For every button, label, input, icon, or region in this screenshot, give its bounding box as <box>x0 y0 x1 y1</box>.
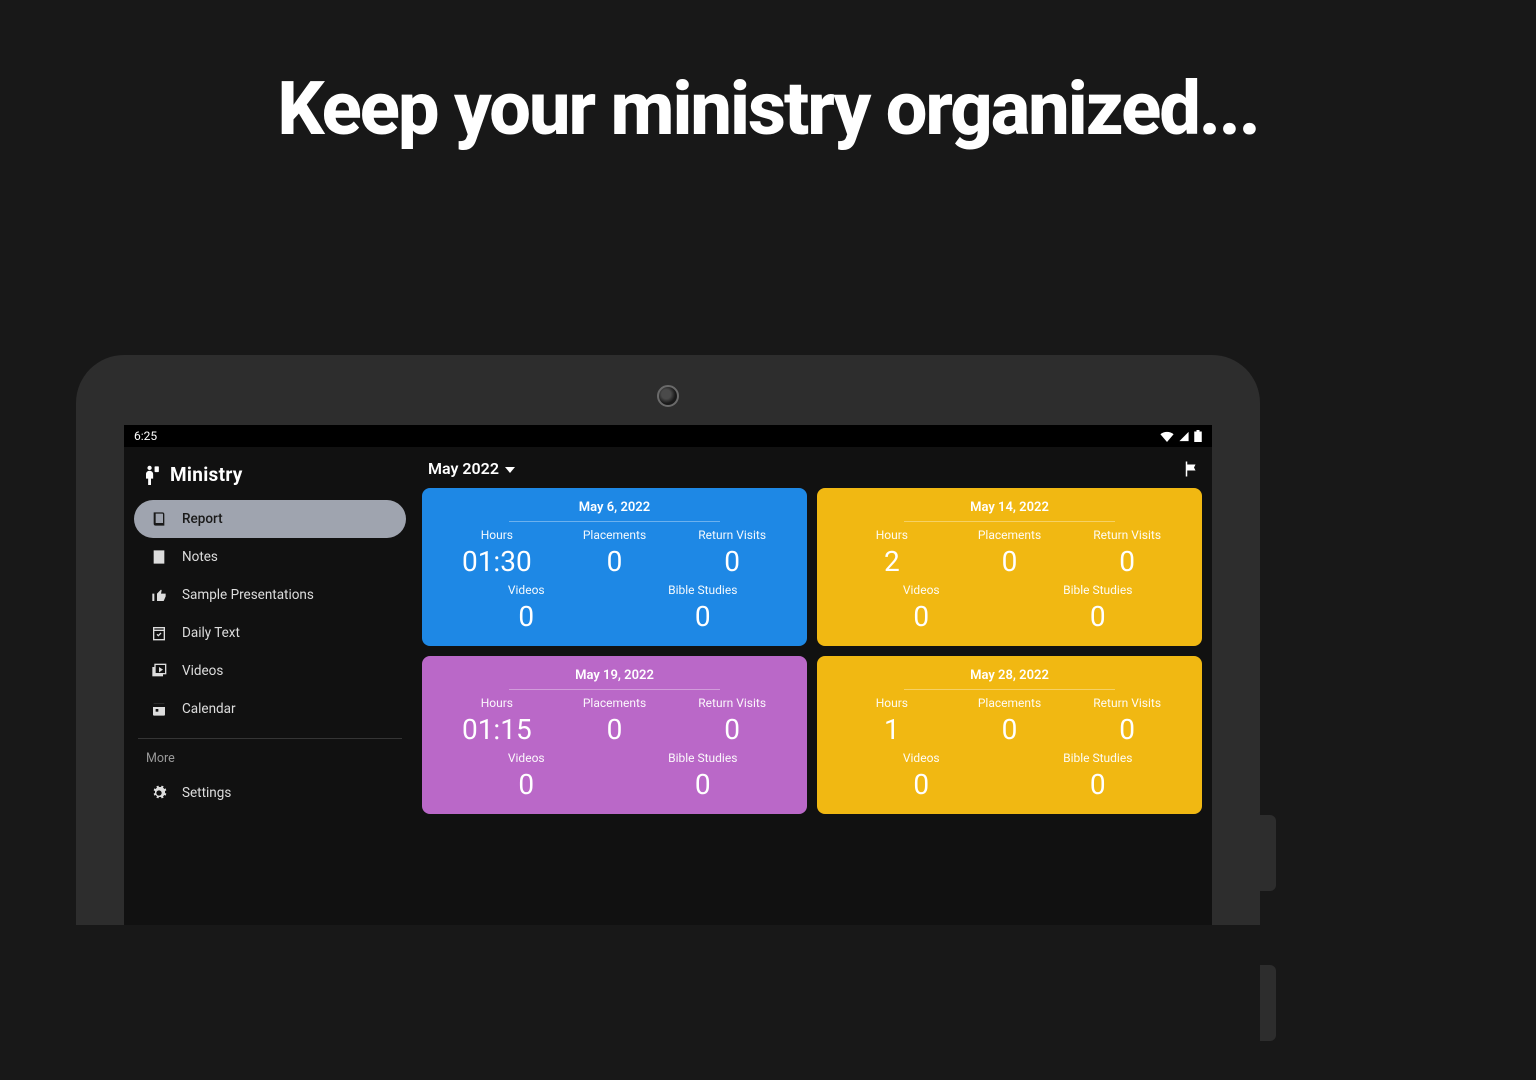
app-title: Ministry <box>170 463 243 486</box>
ministry-person-icon <box>142 465 160 485</box>
chevron-down-icon <box>505 467 515 473</box>
tablet-frame: 6:25 Ministry <box>76 355 1260 925</box>
sidebar-item-calendar[interactable]: Calendar <box>134 690 406 728</box>
metric-label-hours: Hours <box>833 696 951 710</box>
card-date: May 28, 2022 <box>904 668 1116 690</box>
metric-placements: 0 <box>951 712 1069 747</box>
card-date: May 14, 2022 <box>904 500 1116 522</box>
tablet-side-button <box>1260 815 1276 891</box>
metric-return-visits: 0 <box>1068 712 1186 747</box>
sidebar-item-label: Calendar <box>182 701 236 717</box>
metric-placements: 0 <box>556 712 674 747</box>
metric-label-bible-studies: Bible Studies <box>615 583 792 597</box>
main-area: May 2022 May 6, 2022 Hours 01:30 Placemen… <box>416 447 1212 925</box>
sidebar-item-label: Notes <box>182 549 218 565</box>
metric-videos: 0 <box>833 767 1010 802</box>
report-grid: May 6, 2022 Hours 01:30 Placements 0 Retur… <box>422 488 1202 814</box>
metric-bible-studies: 0 <box>615 767 792 802</box>
sidebar-item-label: Report <box>182 511 223 527</box>
metric-bible-studies: 0 <box>1010 767 1187 802</box>
app-body: Ministry Report Notes <box>124 447 1212 925</box>
metric-label-return-visits: Return Visits <box>1068 696 1186 710</box>
metric-label-placements: Placements <box>951 528 1069 542</box>
sidebar-item-label: Sample Presentations <box>182 587 314 603</box>
topbar: May 2022 <box>422 455 1202 488</box>
calendar-check-icon <box>150 624 168 642</box>
metric-label-return-visits: Return Visits <box>1068 528 1186 542</box>
sidebar-divider <box>138 738 402 739</box>
headline: Keep your ministry organized... <box>0 0 1536 157</box>
metric-bible-studies: 0 <box>1010 599 1187 634</box>
sidebar-item-label: Daily Text <box>182 625 240 641</box>
sidebar-item-settings[interactable]: Settings <box>134 774 406 812</box>
metric-hours: 01:30 <box>438 544 556 579</box>
wifi-icon <box>1160 431 1174 442</box>
metric-label-hours: Hours <box>438 528 556 542</box>
month-label: May 2022 <box>428 459 499 478</box>
metric-label-videos: Videos <box>833 751 1010 765</box>
sidebar-item-notes[interactable]: Notes <box>134 538 406 576</box>
card-date: May 19, 2022 <box>509 668 721 690</box>
metric-label-videos: Videos <box>833 583 1010 597</box>
signal-icon <box>1178 431 1190 442</box>
play-stack-icon <box>150 662 168 680</box>
metric-hours: 2 <box>833 544 951 579</box>
status-bar: 6:25 <box>124 425 1212 447</box>
metric-label-bible-studies: Bible Studies <box>1010 751 1187 765</box>
sidebar-item-videos[interactable]: Videos <box>134 652 406 690</box>
metric-bible-studies: 0 <box>615 599 792 634</box>
metric-videos: 0 <box>438 599 615 634</box>
month-picker[interactable]: May 2022 <box>428 459 515 478</box>
metric-label-return-visits: Return Visits <box>673 696 791 710</box>
note-icon <box>150 548 168 566</box>
sidebar-item-label: Videos <box>182 663 223 679</box>
gear-icon <box>150 784 168 802</box>
sidebar-item-sample-presentations[interactable]: Sample Presentations <box>134 576 406 614</box>
metric-return-visits: 0 <box>673 544 791 579</box>
metric-label-videos: Videos <box>438 583 615 597</box>
metric-label-hours: Hours <box>833 528 951 542</box>
card-date: May 6, 2022 <box>509 500 721 522</box>
sidebar-item-report[interactable]: Report <box>134 500 406 538</box>
metric-label-hours: Hours <box>438 696 556 710</box>
sidebar-item-label: Settings <box>182 785 231 801</box>
sidebar: Ministry Report Notes <box>124 447 416 925</box>
metric-label-return-visits: Return Visits <box>673 528 791 542</box>
metric-return-visits: 0 <box>1068 544 1186 579</box>
calendar-icon <box>150 700 168 718</box>
metric-label-bible-studies: Bible Studies <box>1010 583 1187 597</box>
metric-label-placements: Placements <box>556 528 674 542</box>
metric-placements: 0 <box>951 544 1069 579</box>
report-card[interactable]: May 28, 2022 Hours 1 Placements 0 Return V… <box>817 656 1202 814</box>
metric-hours: 1 <box>833 712 951 747</box>
metric-videos: 0 <box>438 767 615 802</box>
battery-icon <box>1194 430 1202 442</box>
report-card[interactable]: May 6, 2022 Hours 01:30 Placements 0 Retur… <box>422 488 807 646</box>
metric-hours: 01:15 <box>438 712 556 747</box>
metric-videos: 0 <box>833 599 1010 634</box>
metric-return-visits: 0 <box>673 712 791 747</box>
book-icon <box>150 510 168 528</box>
tablet-side-button <box>1260 965 1276 1041</box>
metric-placements: 0 <box>556 544 674 579</box>
metric-label-placements: Placements <box>951 696 1069 710</box>
sidebar-item-daily-text[interactable]: Daily Text <box>134 614 406 652</box>
sidebar-more-label: More <box>134 745 406 774</box>
status-icons <box>1160 430 1202 442</box>
status-time: 6:25 <box>134 429 157 443</box>
report-card[interactable]: May 14, 2022 Hours 2 Placements 0 Return V… <box>817 488 1202 646</box>
metric-label-bible-studies: Bible Studies <box>615 751 792 765</box>
tablet-screen: 6:25 Ministry <box>124 425 1212 925</box>
metric-label-placements: Placements <box>556 696 674 710</box>
thumbs-up-icon <box>150 586 168 604</box>
app-brand: Ministry <box>134 457 406 500</box>
flag-icon[interactable] <box>1182 460 1200 478</box>
report-card[interactable]: May 19, 2022 Hours 01:15 Placements 0 Retu… <box>422 656 807 814</box>
metric-label-videos: Videos <box>438 751 615 765</box>
